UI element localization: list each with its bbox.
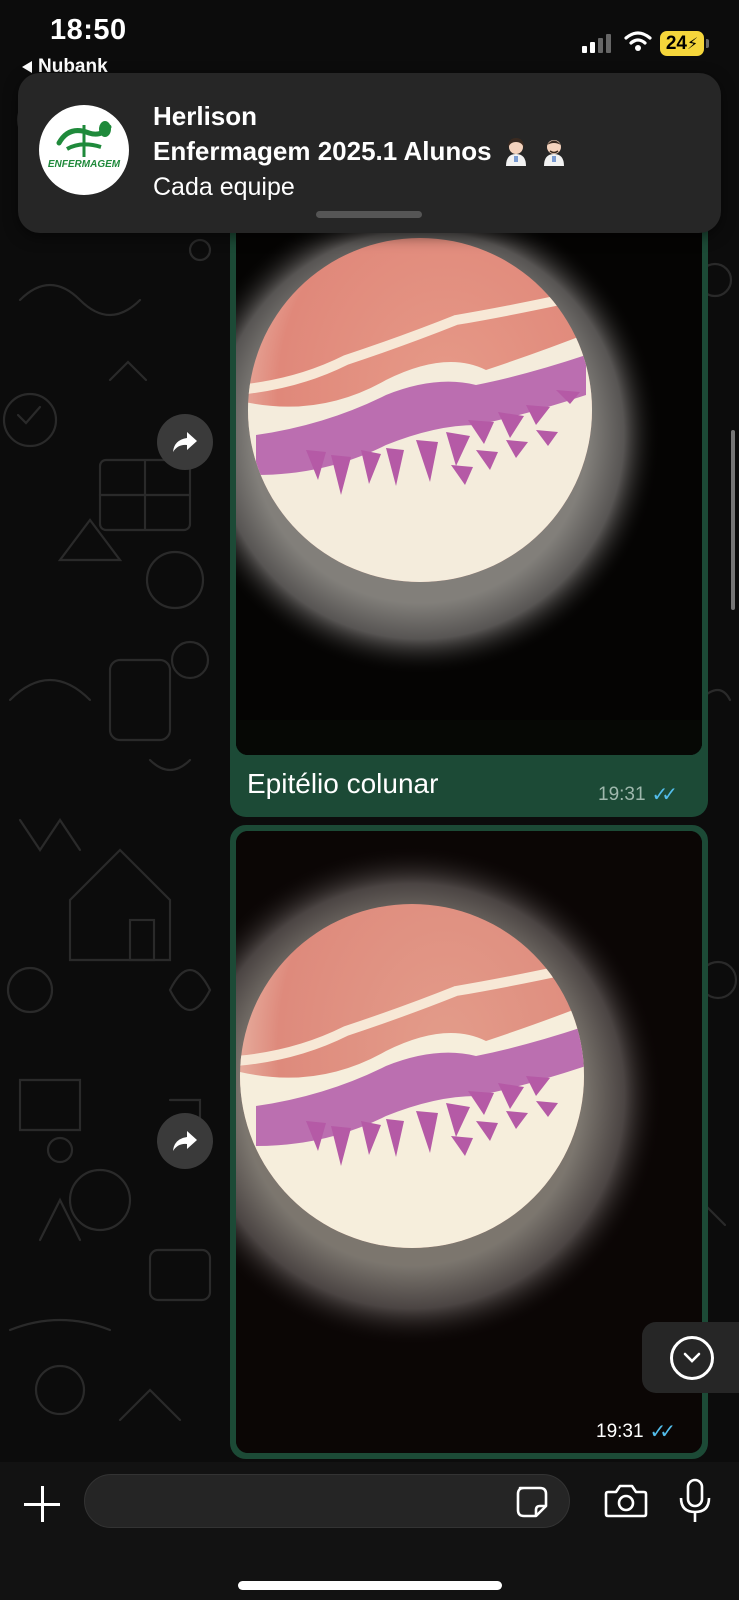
image-message[interactable]: 19:31 ✓✓	[230, 825, 708, 1459]
battery-tip	[706, 39, 709, 48]
message-time: 19:31	[596, 1420, 644, 1442]
home-indicator[interactable]	[238, 1581, 502, 1590]
plus-icon[interactable]	[22, 1484, 62, 1524]
back-arrow-icon	[22, 61, 32, 73]
message-meta: 19:31 ✓✓	[596, 1419, 676, 1444]
scroll-to-bottom-button[interactable]	[642, 1322, 739, 1393]
message-photo[interactable]	[236, 831, 702, 1453]
message-input[interactable]	[84, 1474, 570, 1528]
group-avatar: ENFERMAGEM	[39, 105, 129, 195]
sticker-icon[interactable]	[514, 1484, 550, 1520]
scrollbar[interactable]	[731, 430, 735, 610]
status-time: 18:50	[50, 14, 127, 46]
microphone-icon[interactable]	[676, 1478, 714, 1524]
avatar-logo-text: ENFERMAGEM	[48, 159, 121, 170]
image-message[interactable]: Epitélio colunar 19:31 ✓✓	[230, 200, 708, 817]
message-meta: 19:31 ✓✓	[598, 782, 678, 807]
notification-banner[interactable]: ENFERMAGEM Herlison Enfermagem 2025.1 Al…	[18, 73, 721, 233]
read-receipt-icon: ✓✓	[649, 1421, 676, 1443]
message-caption: Epitélio colunar	[247, 768, 439, 799]
read-receipt-icon: ✓✓	[651, 784, 678, 806]
message-time: 19:31	[598, 783, 646, 805]
notification-message: Cada equipe	[153, 173, 295, 201]
notification-handle[interactable]	[316, 211, 422, 218]
forward-button[interactable]	[157, 414, 213, 470]
notification-group-row: Enfermagem 2025.1 Alunos	[153, 133, 703, 169]
chevron-down-icon	[670, 1335, 714, 1380]
camera-icon[interactable]	[604, 1482, 648, 1520]
wifi-icon	[624, 31, 652, 51]
woman-health-worker-emoji	[505, 138, 526, 166]
signal-icon	[582, 34, 611, 53]
forward-icon	[173, 432, 197, 452]
man-health-worker-emoji	[543, 140, 564, 166]
battery-charging-icon: 24 ⚡	[660, 31, 704, 56]
battery-level: 24	[665, 32, 687, 54]
forward-icon	[173, 1131, 197, 1151]
message-photo[interactable]	[236, 200, 702, 755]
status-bar: 18:50 Nubank 24 ⚡	[0, 0, 739, 80]
forward-button[interactable]	[157, 1113, 213, 1169]
notification-sender: Herlison	[153, 101, 258, 131]
notification-group-name: Enfermagem 2025.1 Alunos	[153, 136, 492, 166]
message-input-bar	[0, 1462, 739, 1600]
